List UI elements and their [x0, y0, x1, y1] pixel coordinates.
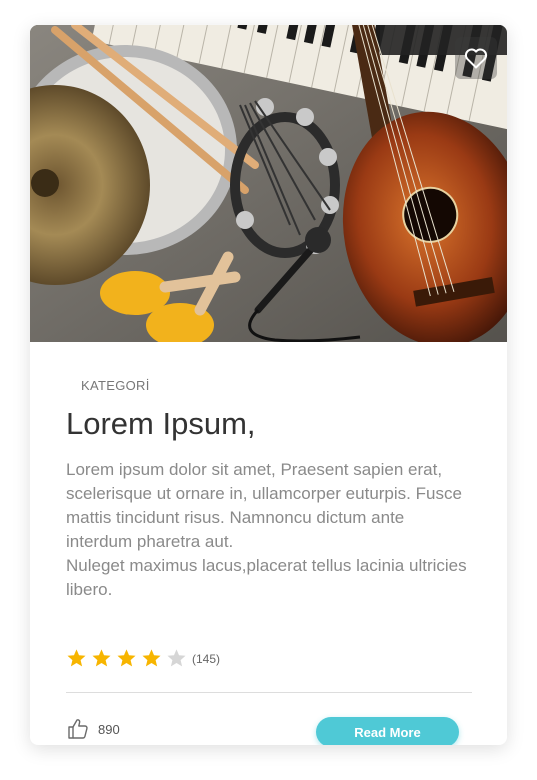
card-footer: 890 Read More	[66, 714, 472, 745]
card-title: Lorem Ipsum,	[66, 406, 256, 441]
instruments-photo	[30, 25, 507, 342]
favorite-button[interactable]	[455, 37, 497, 79]
card-content: KATEGORİ Lorem Ipsum, Lorem ipsum dolor …	[66, 342, 472, 745]
star-filled-icon[interactable]	[141, 648, 162, 669]
stars-container	[66, 648, 191, 669]
hero-image	[30, 25, 507, 342]
card-description: Lorem ipsum dolor sit amet, Praesent sap…	[66, 460, 467, 599]
star-rating[interactable]: (145)	[66, 648, 220, 669]
divider	[66, 692, 472, 693]
product-card: KATEGORİ Lorem Ipsum, Lorem ipsum dolor …	[30, 25, 507, 745]
rating-count: (145)	[192, 651, 221, 666]
star-filled-icon[interactable]	[116, 648, 137, 669]
category-label: KATEGORİ	[81, 378, 150, 393]
star-empty-icon[interactable]	[166, 648, 187, 669]
like-count: 890	[98, 721, 120, 737]
heart-outline-icon	[464, 48, 488, 69]
like-button[interactable]: 890	[66, 717, 120, 741]
read-more-button[interactable]: Read More	[316, 717, 459, 745]
star-filled-icon[interactable]	[91, 648, 112, 669]
star-filled-icon[interactable]	[66, 648, 87, 669]
thumbs-up-icon	[68, 719, 88, 739]
